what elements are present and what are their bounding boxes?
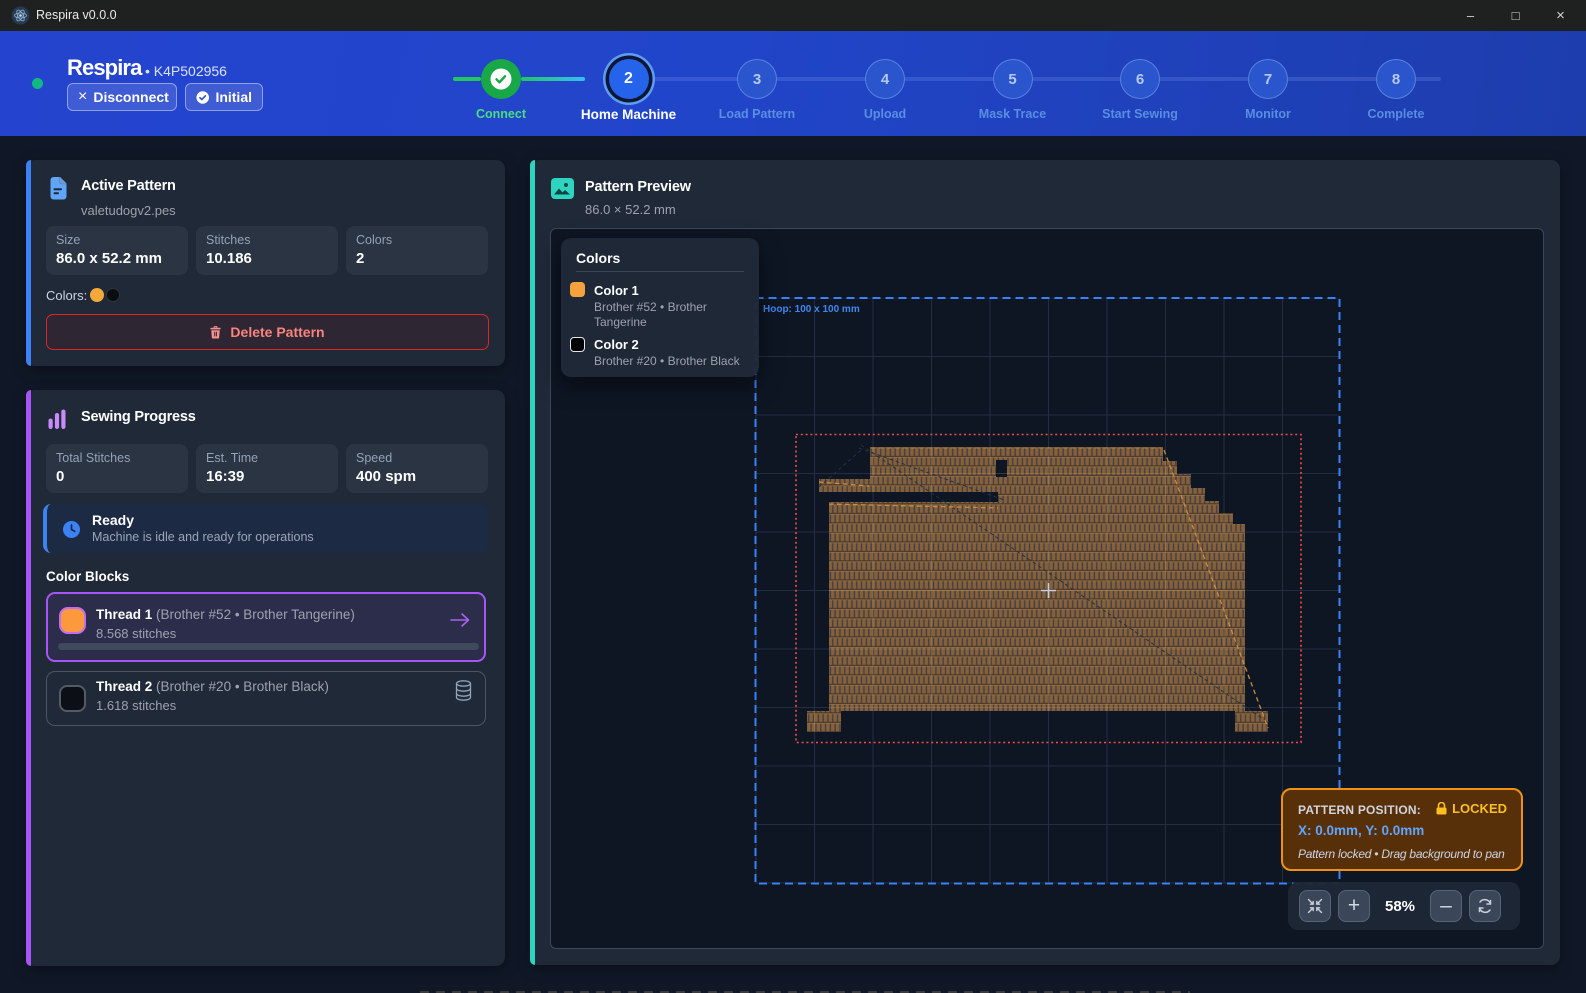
svg-text:Hoop: 100 x 100 mm: Hoop: 100 x 100 mm <box>763 304 860 315</box>
